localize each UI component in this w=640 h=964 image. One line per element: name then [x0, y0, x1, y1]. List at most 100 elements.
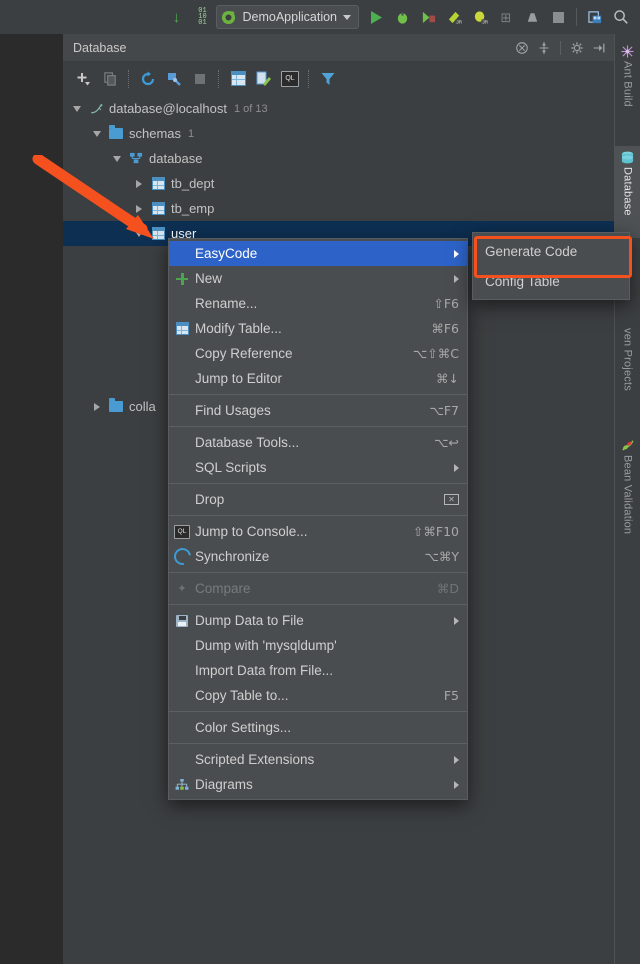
menu-item-shortcut: ⇧F6	[433, 296, 459, 311]
filter-button[interactable]	[315, 66, 341, 92]
menu-item-label: Synchronize	[195, 549, 408, 564]
refresh-button[interactable]	[135, 66, 161, 92]
run-configuration-selector[interactable]: DemoApplication	[216, 5, 360, 29]
menu-item-diagrams[interactable]: Diagrams	[169, 772, 467, 797]
menu-item-compare: ✦ Compare ⌘D	[169, 576, 467, 601]
menu-item-new[interactable]: New	[169, 266, 467, 291]
menu-item-jump-to-console[interactable]: QL Jump to Console... ⇧⌘F10	[169, 519, 467, 544]
chevron-right-icon	[454, 464, 459, 472]
binary-toggle-icon[interactable]: 011001	[190, 4, 216, 30]
chevron-down-icon[interactable]	[135, 228, 147, 240]
ant-icon	[621, 44, 635, 58]
tree-node-label: colla	[129, 399, 156, 414]
duplicate-button[interactable]	[97, 66, 123, 92]
attach-debugger-button[interactable]: JR	[467, 4, 493, 30]
menu-item-label: Compare	[195, 581, 421, 596]
chevron-down-icon[interactable]	[343, 15, 351, 20]
no-icon	[169, 637, 195, 655]
console-ql-icon: QL	[169, 523, 195, 541]
spring-boot-icon	[221, 9, 237, 25]
tool-window-database[interactable]: Database	[615, 146, 640, 238]
menu-item-label: EasyCode	[195, 246, 442, 261]
compare-icon: ✦	[169, 580, 195, 598]
chevron-down-icon[interactable]	[73, 103, 85, 115]
chevron-right-icon	[454, 781, 459, 789]
menu-item-drop[interactable]: Drop ✕	[169, 487, 467, 512]
menu-item-label: Rename...	[195, 296, 417, 311]
tree-node-database-localhost[interactable]: database@localhost 1 of 13	[63, 96, 615, 121]
menu-item-modify-table[interactable]: Modify Table... ⌘F6	[169, 316, 467, 341]
stop-query-button	[187, 66, 213, 92]
layout-settings-icon[interactable]	[582, 4, 608, 30]
jump-to-query-console-button[interactable]: QL	[277, 66, 303, 92]
menu-item-shortcut: ⌥F7	[429, 403, 459, 418]
menu-separator	[169, 483, 467, 484]
chevron-right-icon	[454, 756, 459, 764]
menu-item-easycode[interactable]: EasyCode	[169, 241, 467, 266]
menu-item-find-usages[interactable]: Find Usages ⌥F7	[169, 398, 467, 423]
menu-separator	[169, 604, 467, 605]
tree-node-label: database@localhost	[109, 101, 227, 116]
stop-button[interactable]	[545, 4, 571, 30]
menu-item-synchronize[interactable]: Synchronize ⌥⌘Y	[169, 544, 467, 569]
menu-item-label: SQL Scripts	[195, 460, 442, 475]
search-everywhere-icon[interactable]	[608, 4, 634, 30]
chevron-right-icon[interactable]	[135, 203, 147, 215]
menu-item-import-data-from-file[interactable]: Import Data from File...	[169, 658, 467, 683]
hide-panel-icon[interactable]	[589, 38, 609, 58]
no-icon	[169, 491, 195, 509]
run-button[interactable]	[363, 4, 389, 30]
tool-window-bean-validation[interactable]: Bean Validation	[615, 434, 640, 554]
add-data-source-button[interactable]	[71, 66, 97, 92]
menu-item-dump-data-to-file[interactable]: Dump Data to File	[169, 608, 467, 633]
svg-text:JR: JR	[482, 19, 488, 24]
menu-item-label: Find Usages	[195, 403, 413, 418]
open-table-editor-button[interactable]	[225, 66, 251, 92]
menu-item-dump-with-mysqldump[interactable]: Dump with 'mysqldump'	[169, 633, 467, 658]
menu-item-shortcut: ⌘D	[437, 581, 459, 596]
menu-separator	[169, 572, 467, 573]
chevron-down-icon[interactable]	[93, 128, 105, 140]
drop-icon: ✕	[444, 494, 459, 505]
tree-node-label: schemas	[129, 126, 181, 141]
no-icon	[169, 459, 195, 477]
tool-window-ant-build[interactable]: Ant Build	[615, 40, 640, 126]
debug-button[interactable]	[389, 4, 415, 30]
schema-icon	[128, 151, 144, 167]
tree-node-tb-emp[interactable]: tb_emp	[63, 196, 615, 221]
modify-object-button[interactable]	[251, 66, 277, 92]
chevron-right-icon[interactable]	[135, 178, 147, 190]
run-with-profiler-button[interactable]: JR	[441, 4, 467, 30]
tree-node-label: tb_emp	[171, 201, 214, 216]
data-source-properties-button[interactable]	[161, 66, 187, 92]
run-coverage-button[interactable]	[415, 4, 441, 30]
collapse-groups-icon[interactable]	[512, 38, 532, 58]
menu-item-copy-reference[interactable]: Copy Reference ⌥⇧⌘C	[169, 341, 467, 366]
update-project-icon[interactable]: ↓	[164, 4, 190, 30]
submenu-item-config-table[interactable]: Config Table	[473, 266, 629, 296]
menu-item-label: Scripted Extensions	[195, 752, 442, 767]
no-icon	[169, 662, 195, 680]
tool-window-maven-projects[interactable]: ven Projects	[615, 324, 640, 422]
menu-item-label: Jump to Editor	[195, 371, 420, 386]
settings-gear-icon[interactable]	[567, 38, 587, 58]
tree-node-schemas[interactable]: schemas 1	[63, 121, 615, 146]
stop-running-icon: ⊞	[493, 4, 519, 30]
menu-item-jump-to-editor[interactable]: Jump to Editor ⌘↓	[169, 366, 467, 391]
submenu-item-generate-code[interactable]: Generate Code	[473, 236, 629, 266]
menu-item-scripted-extensions[interactable]: Scripted Extensions	[169, 747, 467, 772]
toolbar-dotted-divider	[128, 70, 130, 88]
menu-item-copy-table-to[interactable]: Copy Table to... F5	[169, 683, 467, 708]
tree-node-database[interactable]: database	[63, 146, 615, 171]
menu-item-sql-scripts[interactable]: SQL Scripts	[169, 455, 467, 480]
menu-item-database-tools[interactable]: Database Tools... ⌥↩	[169, 430, 467, 455]
expand-collapse-icon[interactable]	[534, 38, 554, 58]
build-hammer-icon[interactable]	[519, 4, 545, 30]
submenu-item-label: Config Table	[485, 274, 621, 289]
menu-item-rename[interactable]: Rename... ⇧F6	[169, 291, 467, 316]
ide-toolbar: ↓ 011001 DemoApplication JR JR ⊞	[0, 0, 640, 34]
tree-node-tb-dept[interactable]: tb_dept	[63, 171, 615, 196]
menu-item-color-settings[interactable]: Color Settings...	[169, 715, 467, 740]
chevron-right-icon[interactable]	[93, 401, 105, 413]
chevron-down-icon[interactable]	[113, 153, 125, 165]
